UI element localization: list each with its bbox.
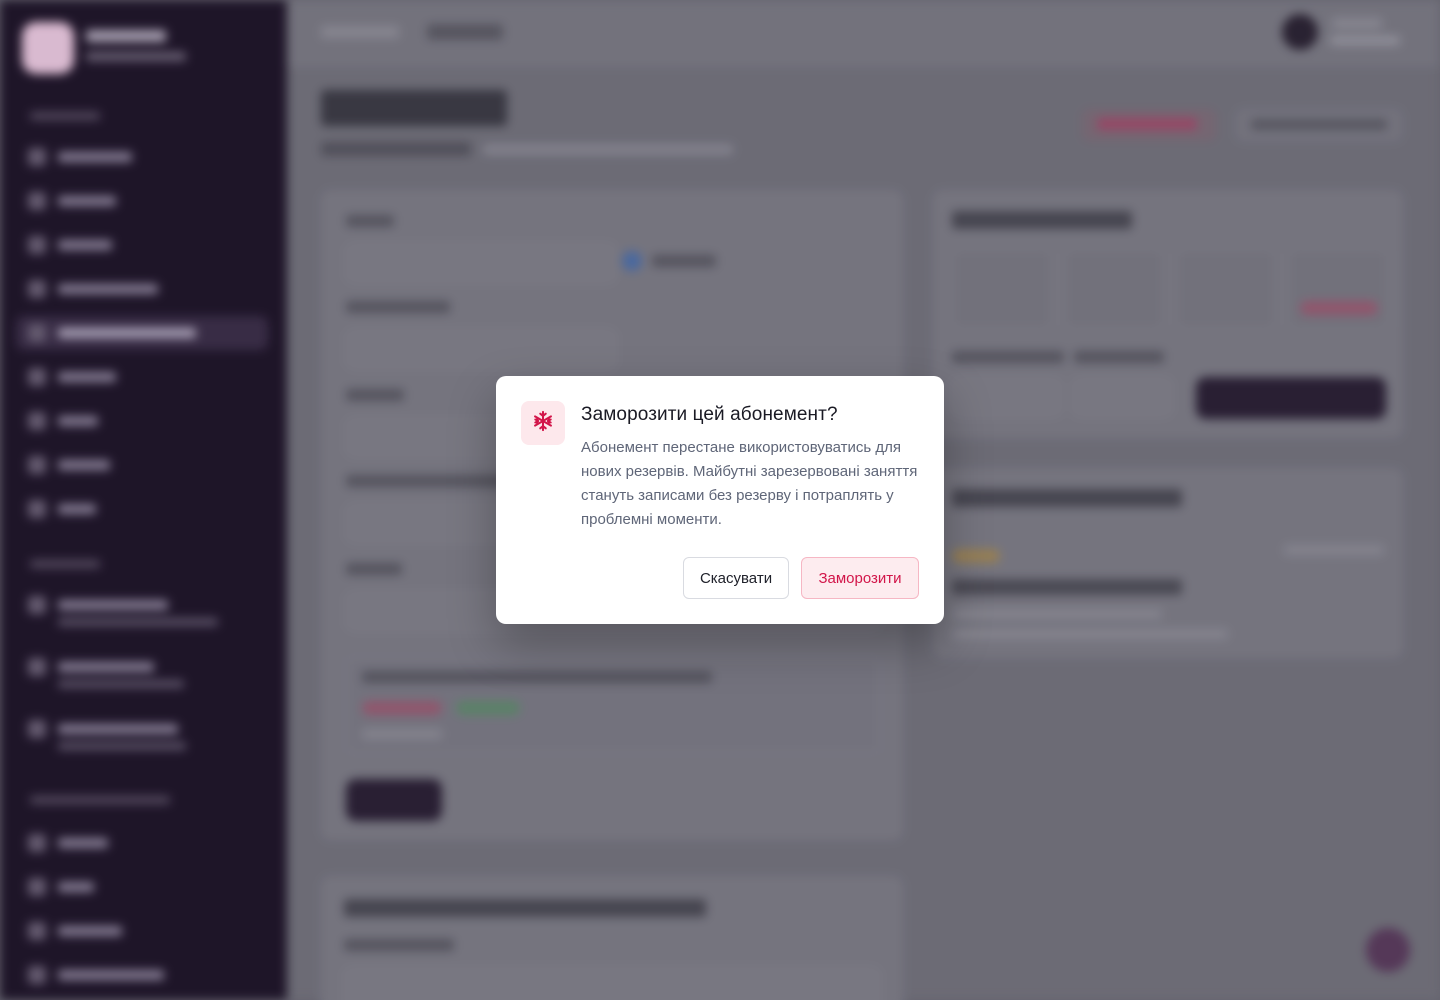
cancel-button[interactable]: Скасувати [683,557,789,599]
dialog-actions: Скасувати Заморозити [683,557,919,599]
snowflake-icon [532,410,554,437]
freeze-confirm-dialog: Заморозити цей абонемент? Абонемент пере… [496,376,944,624]
dialog-title: Заморозити цей абонемент? [581,404,838,425]
dialog-icon-container [521,401,565,445]
confirm-freeze-button[interactable]: Заморозити [801,557,919,599]
dialog-message: Абонемент перестане використовуватись дл… [581,439,918,528]
